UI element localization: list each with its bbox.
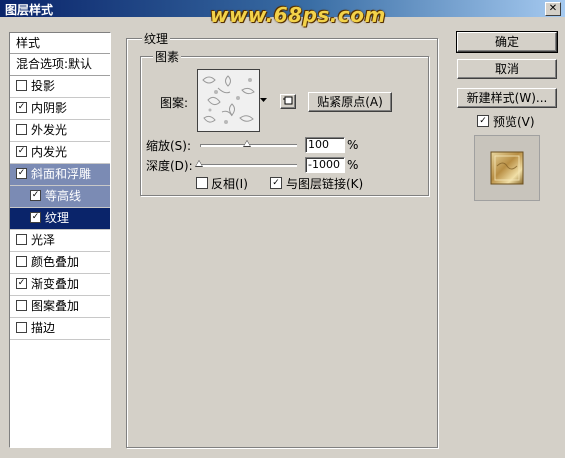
style-label: 等高线 xyxy=(45,189,82,203)
style-label: 外发光 xyxy=(31,123,68,137)
style-item-texture[interactable]: ✓ 纹理 xyxy=(10,208,110,230)
style-item-drop-shadow[interactable]: 投影 xyxy=(10,76,110,98)
style-checkbox-stroke[interactable] xyxy=(16,322,27,333)
style-label: 内阴影 xyxy=(31,101,68,115)
style-item-stroke[interactable]: 描边 xyxy=(10,318,110,340)
style-item-contour[interactable]: ✓ 等高线 xyxy=(10,186,110,208)
snap-to-origin-button[interactable]: 贴紧原点(A) xyxy=(308,92,392,112)
ok-button[interactable]: 确定 xyxy=(456,31,558,53)
style-item-inner-glow[interactable]: ✓ 内发光 xyxy=(10,142,110,164)
scale-input[interactable]: 100 xyxy=(305,137,345,153)
texture-group-title: 纹理 xyxy=(142,30,171,47)
style-checkbox-outer-glow[interactable] xyxy=(16,124,27,135)
preview-label[interactable]: 预览(V) xyxy=(493,113,535,130)
styles-header[interactable]: 样式 xyxy=(10,33,110,54)
watermark: www.68ps.com xyxy=(210,3,386,27)
style-label: 图案叠加 xyxy=(31,299,80,313)
depth-unit: % xyxy=(347,158,359,172)
blend-options-label: 混合选项:默认 xyxy=(16,57,93,71)
style-checkbox-pattern-overlay[interactable] xyxy=(16,300,27,311)
style-label: 描边 xyxy=(31,321,56,335)
depth-input[interactable]: -1000 xyxy=(305,157,345,173)
preview-checkbox[interactable]: ✓ xyxy=(477,115,489,127)
style-item-satin[interactable]: 光泽 xyxy=(10,230,110,252)
style-checkbox-inner-shadow[interactable]: ✓ xyxy=(16,102,27,113)
pattern-swatch[interactable] xyxy=(197,69,260,132)
pattern-dropdown-icon[interactable] xyxy=(259,69,268,130)
style-item-outer-glow[interactable]: 外发光 xyxy=(10,120,110,142)
style-item-color-overlay[interactable]: 颜色叠加 xyxy=(10,252,110,274)
style-checkbox-drop-shadow[interactable] xyxy=(16,80,27,91)
style-checkbox-texture[interactable]: ✓ xyxy=(30,212,41,223)
style-label: 纹理 xyxy=(45,211,70,225)
new-pattern-preset-button[interactable] xyxy=(280,94,296,109)
close-button[interactable]: ✕ xyxy=(545,2,561,16)
styles-list: 样式 混合选项:默认 投影 ✓ 内阴影 外发光 ✓ 内发光 ✓ 斜面和浮雕 ✓ 等高线 … xyxy=(9,32,111,448)
style-item-pattern-overlay[interactable]: 图案叠加 xyxy=(10,296,110,318)
blend-options-item[interactable]: 混合选项:默认 xyxy=(10,54,110,76)
style-checkbox-contour[interactable]: ✓ xyxy=(30,190,41,201)
pattern-group-title: 图素 xyxy=(153,48,182,65)
scale-slider-thumb[interactable] xyxy=(243,140,251,147)
cancel-button[interactable]: 取消 xyxy=(457,59,557,79)
link-with-layer-checkbox[interactable]: ✓ xyxy=(270,177,282,189)
gold-preview-icon xyxy=(475,136,539,200)
style-checkbox-satin[interactable] xyxy=(16,234,27,245)
style-checkbox-inner-glow[interactable]: ✓ xyxy=(16,146,27,157)
style-preview xyxy=(474,135,540,201)
style-label: 斜面和浮雕 xyxy=(31,167,92,181)
invert-checkbox[interactable] xyxy=(196,177,208,189)
new-preset-icon xyxy=(283,96,293,105)
style-label: 颜色叠加 xyxy=(31,255,80,269)
title-bar[interactable]: 图层样式 www.68ps.com ✕ xyxy=(0,0,565,27)
window-title: 图层样式 xyxy=(5,3,54,17)
style-label: 投影 xyxy=(31,79,56,93)
pattern-group xyxy=(140,56,429,196)
pattern-label: 图案: xyxy=(160,96,189,110)
depth-label: 深度(D): xyxy=(146,159,193,173)
style-label: 光泽 xyxy=(31,233,56,247)
style-item-inner-shadow[interactable]: ✓ 内阴影 xyxy=(10,98,110,120)
floral-pattern-icon xyxy=(198,70,259,131)
scale-unit: % xyxy=(347,138,359,152)
style-label: 渐变叠加 xyxy=(31,277,80,291)
style-checkbox-gradient-overlay[interactable]: ✓ xyxy=(16,278,27,289)
style-checkbox-bevel-emboss[interactable]: ✓ xyxy=(16,168,27,179)
invert-label[interactable]: 反相(I) xyxy=(211,175,248,192)
style-label: 内发光 xyxy=(31,145,68,159)
depth-slider-track[interactable] xyxy=(200,164,297,167)
style-item-bevel-emboss[interactable]: ✓ 斜面和浮雕 xyxy=(10,164,110,186)
link-with-layer-label[interactable]: 与图层链接(K) xyxy=(286,175,363,192)
depth-slider-thumb[interactable] xyxy=(195,160,203,167)
new-style-button[interactable]: 新建样式(W)... xyxy=(457,88,557,108)
style-item-gradient-overlay[interactable]: ✓ 渐变叠加 xyxy=(10,274,110,296)
scale-label: 缩放(S): xyxy=(146,139,192,153)
style-checkbox-color-overlay[interactable] xyxy=(16,256,27,267)
